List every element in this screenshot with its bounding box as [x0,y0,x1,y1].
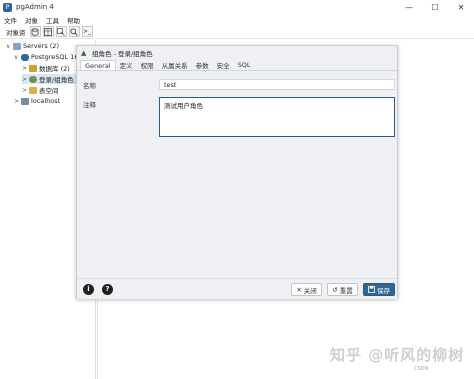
table-view-button[interactable] [42,26,54,37]
database-icon [29,64,37,72]
chevron-down-icon[interactable]: ∨ [6,43,13,50]
dialog-footer: i ? ✕ 关闭 ↺ 重置 保存 [77,278,397,299]
tree-item-label: localhost [31,97,61,105]
refresh-button[interactable] [29,26,41,37]
info-button[interactable]: i [83,284,94,295]
tree-item-label: 登录/组角色 [39,76,74,84]
search-icon [70,27,78,36]
tree-item-tablespaces[interactable]: > 表空间 [22,85,59,95]
chevron-right-icon[interactable]: > [22,65,29,72]
tab-sql[interactable]: SQL [234,60,255,70]
postgres-elephant-icon [21,53,29,61]
tab-privileges[interactable]: 权限 [137,60,158,70]
servers-icon [13,42,21,50]
chevron-down-icon[interactable]: ∨ [14,54,21,61]
menu-bar: 文件 对象 工具 帮助 [0,14,474,25]
chevron-right-icon[interactable]: > [22,76,29,83]
save-button-label: 保存 [377,286,390,295]
server-icon [21,97,29,105]
search-button[interactable] [68,26,80,37]
pgadmin-icon: P [3,2,12,12]
role-properties-dialog: ▲ 组角色 - 登录/组角色 General 定义 权限 从属关系 参数 安全 … [76,45,398,299]
filter-button[interactable] [55,26,67,37]
close-icon: ✕ [296,285,302,294]
toolbar: 对象资 >_ [0,25,474,39]
dialog-body: 名称 test 注释 测试用户角色 [77,72,397,272]
window-titlebar: P pgAdmin 4 — ☐ ✕ [0,0,474,14]
tablespace-icon [29,86,37,94]
menu-object[interactable]: 对象 [25,15,38,25]
tab-parameters[interactable]: 参数 [192,60,213,70]
tab-definition[interactable]: 定义 [116,60,137,70]
tree-item-label: PostgreSQL 16 [31,53,79,61]
panel-divider [97,300,98,379]
close-button-label: 关闭 [303,286,317,295]
save-icon [368,286,375,293]
comment-textarea[interactable]: 测试用户角色 [159,97,395,137]
name-label: 名称 [83,82,96,90]
tree-item-localhost[interactable]: > localhost [14,96,60,106]
tree-item-label: Servers (2) [23,42,59,50]
object-explorer-label: 对象资 [6,28,26,37]
table-icon [44,27,52,36]
minimize-button[interactable]: — [396,0,422,14]
tab-security[interactable]: 安全 [213,60,234,70]
dialog-header[interactable]: ▲ 组角色 - 登录/组角色 [77,46,397,59]
chevron-right-icon[interactable]: > [22,87,29,94]
role-icon [29,75,37,83]
menu-file[interactable]: 文件 [4,15,17,25]
filter-table-icon [57,27,65,36]
close-button[interactable]: ✕ 关闭 [291,283,322,296]
role-icon: ▲ [81,48,87,57]
dialog-tabs: General 定义 权限 从属关系 参数 安全 SQL [77,60,397,71]
terminal-icon: >_ [82,28,92,35]
name-input[interactable]: test [159,79,395,90]
watermark: 知乎 @听风的柳树 [330,346,465,364]
tree-item-postgresql[interactable]: ∨ PostgreSQL 16 [14,52,78,62]
window-title: pgAdmin 4 [16,3,54,11]
tree-item-servers[interactable]: ∨ Servers (2) [6,41,59,51]
reset-button-label: 重置 [339,286,353,295]
menu-help[interactable]: 帮助 [67,15,80,25]
dialog-title: 组角色 - 登录/组角色 [92,49,153,58]
tree-item-label: 表空间 [39,87,59,95]
psql-tool-button[interactable]: >_ [81,26,93,37]
chevron-right-icon[interactable]: > [14,98,21,105]
comment-label: 注释 [83,101,96,109]
window-controls: — ☐ ✕ [396,0,474,14]
mini-watermark: CSDN [414,366,429,372]
close-window-button[interactable]: ✕ [448,0,474,14]
tab-membership[interactable]: 从属关系 [158,60,192,70]
tree-item-label: 数据库 (2) [39,65,70,73]
database-icon [31,27,39,36]
reset-icon: ↺ [332,285,338,294]
help-button[interactable]: ? [102,284,113,295]
save-button[interactable]: 保存 [363,283,395,296]
maximize-button[interactable]: ☐ [422,0,448,14]
tab-general[interactable]: General [80,60,116,70]
menu-tools[interactable]: 工具 [46,15,59,25]
tree-item-databases[interactable]: > 数据库 (2) [22,63,70,73]
reset-button[interactable]: ↺ 重置 [327,283,358,296]
